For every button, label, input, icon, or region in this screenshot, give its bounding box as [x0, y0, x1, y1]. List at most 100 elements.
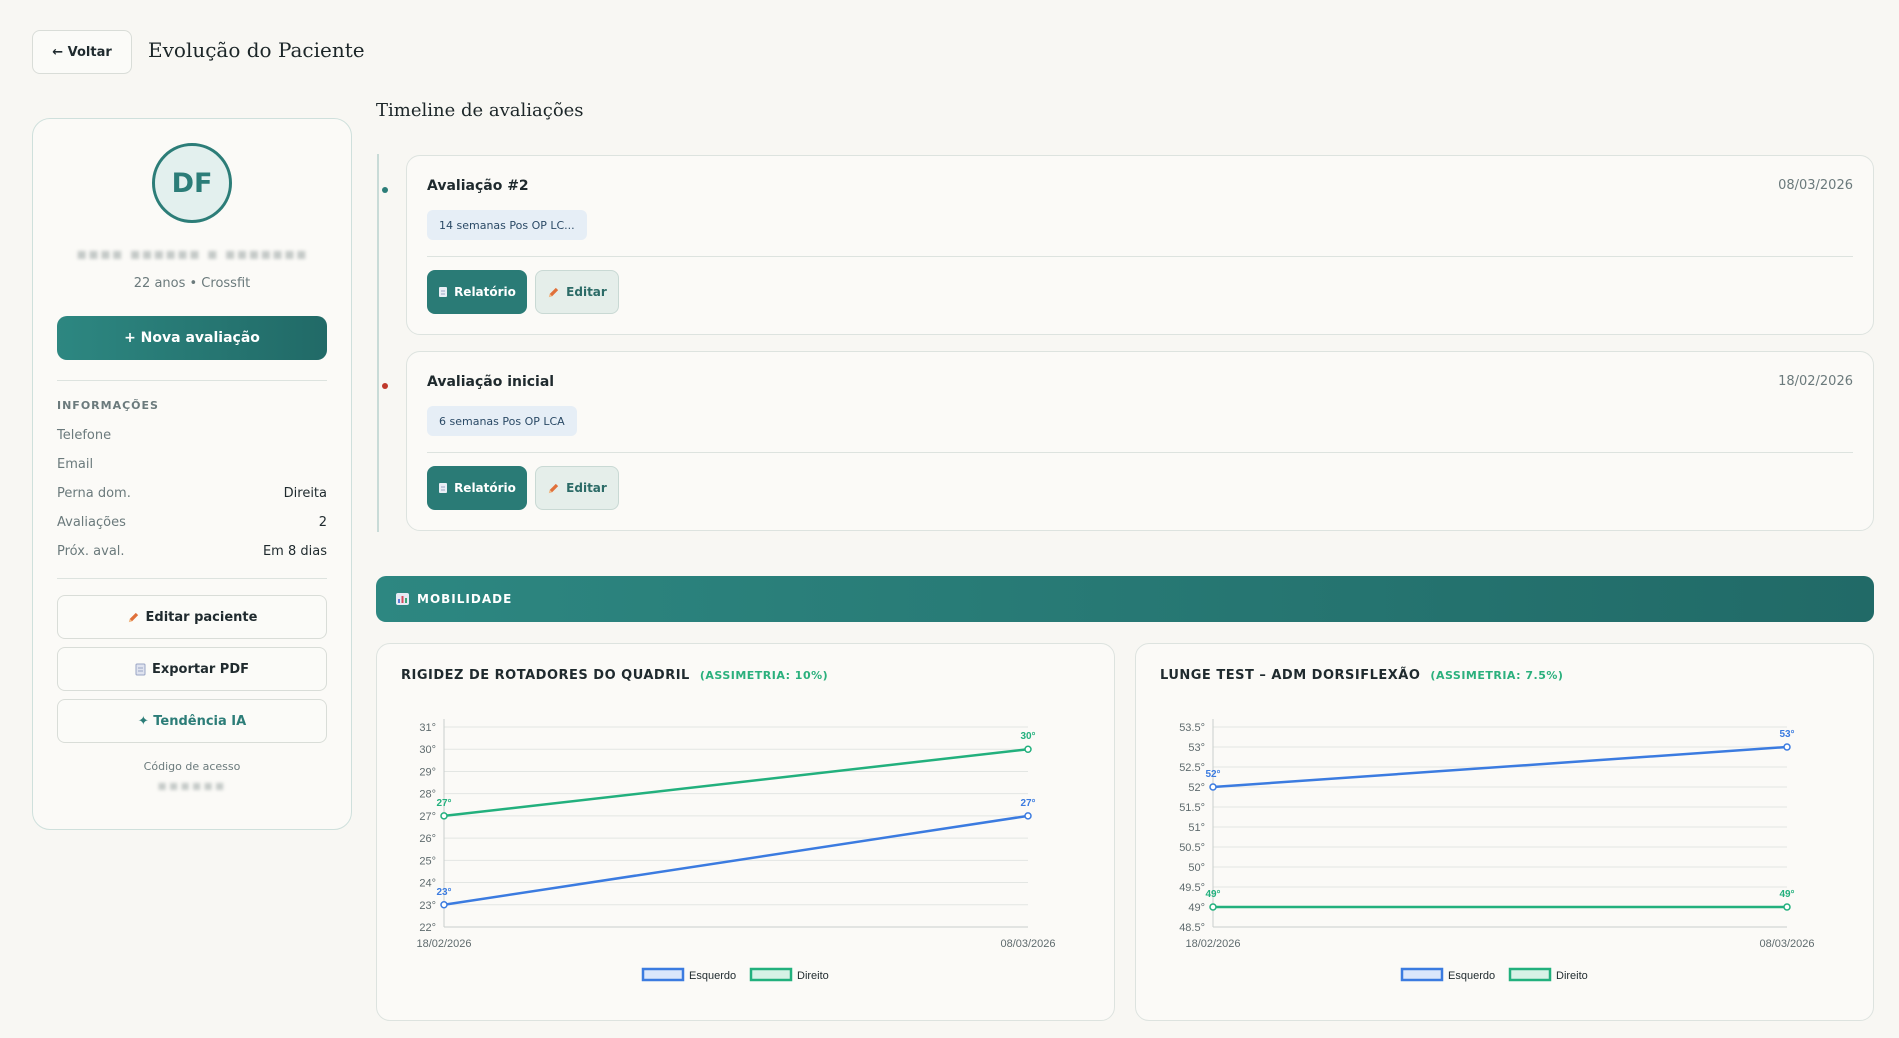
edit-evaluation-button[interactable]: Editar [535, 270, 619, 314]
evaluation-title: Avaliação inicial [427, 374, 555, 390]
edit-patient-label: Editar paciente [145, 609, 258, 625]
report-button[interactable]: Relatório [427, 270, 527, 314]
data-label: 30° [1020, 731, 1035, 742]
data-point [1209, 903, 1217, 911]
info-row-email: Email [57, 457, 327, 472]
report-label: Relatório [454, 481, 516, 495]
y-tick-label: 30° [419, 744, 436, 756]
pencil-icon [549, 287, 559, 297]
chart-card-hip-rotators: RIGIDEZ DE ROTADORES DO QUADRIL (ASSIMETR… [376, 643, 1115, 1021]
x-tick-label: 18/02/2026 [1185, 938, 1240, 950]
y-tick-label: 49.5° [1179, 882, 1205, 894]
legend-swatch [1508, 967, 1552, 982]
y-tick-label: 26° [419, 833, 436, 845]
info-row-dominant-leg: Perna dom. Direita [57, 486, 327, 501]
patient-name: ▪▪▪▪ ▪▪▪▪▪▪ ▪ ▪▪▪▪▪▪▪ [76, 244, 308, 263]
timeline-dot [382, 383, 388, 389]
evaluation-tag: 14 semanas Pos OP LC... [427, 210, 587, 240]
info-row-evaluations: Avaliações 2 [57, 515, 327, 530]
pencil-icon [549, 483, 559, 493]
document-icon [439, 483, 448, 493]
info-label: Próx. aval. [57, 544, 125, 559]
evaluation-card: Avaliação #2 08/03/2026 14 semanas Pos O… [406, 155, 1874, 335]
y-tick-label: 53° [1188, 742, 1205, 754]
info-value: Direita [283, 486, 327, 501]
y-tick-label: 23° [419, 900, 436, 912]
mobility-section-header: MOBILIDADE [376, 576, 1874, 622]
y-tick-label: 52.5° [1179, 762, 1205, 774]
series-line-direito [443, 747, 1029, 818]
info-label: Avaliações [57, 515, 126, 530]
edit-patient-button[interactable]: Editar paciente [57, 595, 327, 639]
y-tick-label: 24° [419, 878, 436, 890]
data-label: 23° [436, 887, 451, 898]
y-tick-label: 50.5° [1179, 842, 1205, 854]
timeline-line [377, 154, 379, 532]
line-chart: 22°23°24°25°26°27°28°29°30°31°18/02/2026… [416, 719, 1056, 982]
legend-swatch [749, 967, 793, 982]
report-label: Relatório [454, 285, 516, 299]
divider [57, 380, 327, 381]
patient-meta: 22 anos • Crossfit [133, 276, 251, 291]
y-tick-label: 29° [419, 766, 436, 778]
mobility-label: MOBILIDADE [417, 592, 513, 606]
back-button[interactable]: ← Voltar [32, 30, 132, 74]
divider [427, 452, 1853, 453]
y-tick-label: 51° [1188, 822, 1205, 834]
edit-label: Editar [566, 481, 607, 495]
legend-label: Direito [1556, 970, 1588, 982]
legend-label: Esquerdo [1448, 970, 1495, 982]
info-row-phone: Telefone [57, 428, 327, 443]
y-tick-label: 27° [419, 811, 436, 823]
info-row-next-eval: Próx. aval. Em 8 dias [57, 544, 327, 559]
access-code-label: Código de acesso [143, 760, 241, 773]
export-pdf-button[interactable]: Exportar PDF [57, 647, 327, 691]
document-icon [135, 663, 146, 675]
data-label: 49° [1205, 889, 1220, 900]
export-pdf-label: Exportar PDF [151, 661, 250, 677]
data-label: 27° [1020, 798, 1035, 809]
legend-label: Direito [797, 970, 829, 982]
timeline-dot [382, 187, 388, 193]
info-label: Perna dom. [57, 486, 131, 501]
y-tick-label: 31° [419, 722, 436, 734]
y-tick-label: 52° [1188, 782, 1205, 794]
data-point [440, 812, 448, 820]
y-tick-label: 22° [419, 922, 436, 934]
x-tick-label: 08/03/2026 [1000, 938, 1055, 950]
data-point [1783, 903, 1791, 911]
evaluation-date: 18/02/2026 [1778, 374, 1853, 389]
pencil-icon [128, 612, 138, 622]
y-tick-label: 25° [419, 855, 436, 867]
legend-label: Esquerdo [689, 970, 736, 982]
legend-swatch [641, 967, 685, 982]
bar-chart-icon [396, 593, 409, 605]
x-tick-label: 18/02/2026 [416, 938, 471, 950]
y-tick-label: 49° [1188, 902, 1205, 914]
legend-swatch [1400, 967, 1444, 982]
trend-ai-button[interactable]: ✦ Tendência IA [57, 699, 327, 743]
info-value: Em 8 dias [262, 544, 327, 559]
y-tick-label: 50° [1188, 862, 1205, 874]
avatar: DF [152, 143, 232, 223]
document-icon [439, 287, 448, 297]
info-value: 2 [318, 515, 327, 530]
timeline-title: Timeline de avaliações [376, 100, 584, 121]
edit-evaluation-button[interactable]: Editar [535, 466, 619, 510]
data-label: 53° [1779, 729, 1794, 740]
chart-card-lunge-test: LUNGE TEST – ADM DORSIFLEXÃO (ASSIMETRIA:… [1135, 643, 1874, 1021]
line-chart: 48.5°49°49.5°50°50.5°51°51.5°52°52.5°53°… [1179, 719, 1815, 982]
edit-label: Editar [566, 285, 607, 299]
data-point [1783, 743, 1791, 751]
info-label: Email [57, 457, 94, 472]
evaluation-tag: 6 semanas Pos OP LCA [427, 406, 577, 436]
data-point [1209, 783, 1217, 791]
data-point [440, 901, 448, 909]
report-button[interactable]: Relatório [427, 466, 527, 510]
evaluation-title: Avaliação #2 [427, 178, 529, 194]
data-label: 52° [1205, 769, 1220, 780]
info-label: Telefone [57, 428, 112, 443]
new-evaluation-button[interactable]: + Nova avaliação [57, 316, 327, 360]
evaluation-date: 08/03/2026 [1778, 178, 1853, 193]
access-code-value: ▪▪▪▪▪▪ [157, 778, 227, 794]
